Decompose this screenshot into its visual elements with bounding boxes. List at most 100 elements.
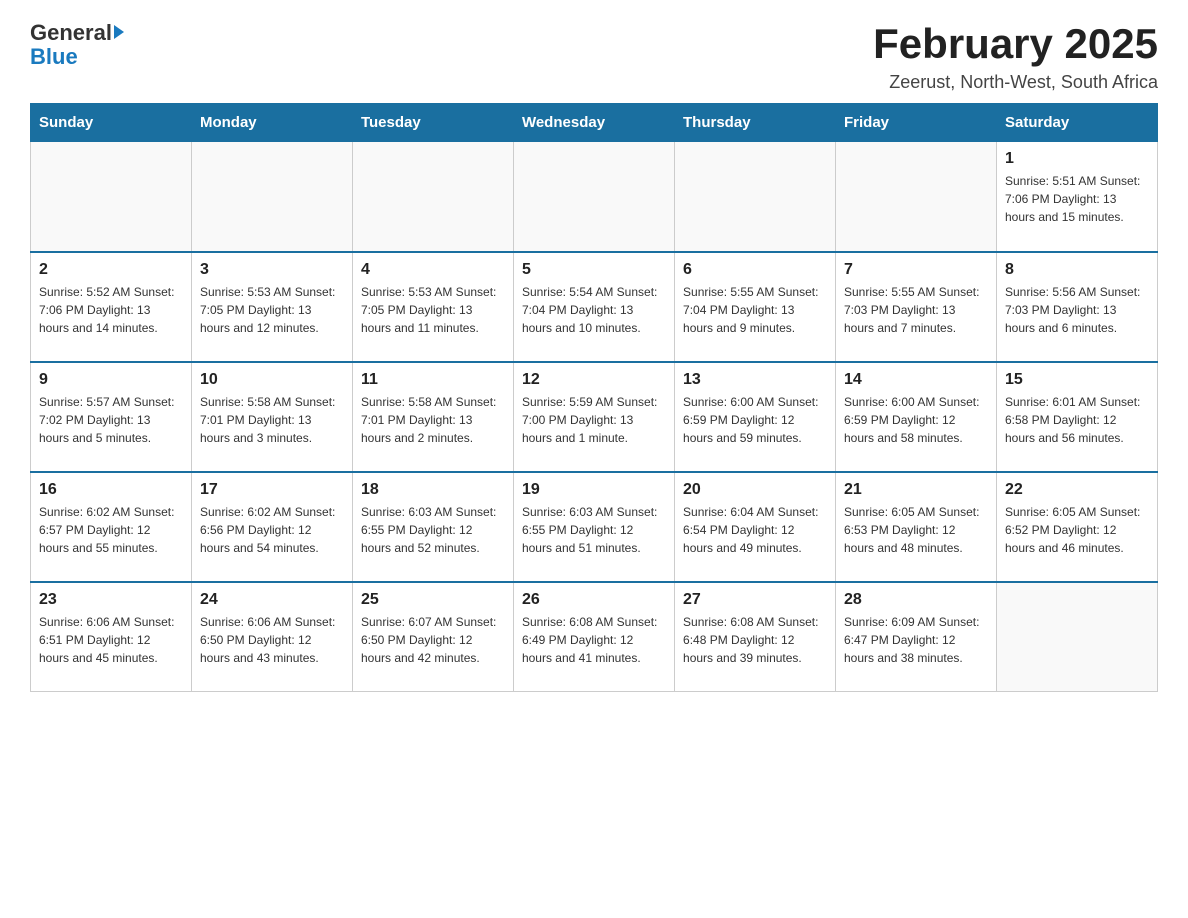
day-info: Sunrise: 6:07 AM Sunset: 6:50 PM Dayligh… <box>361 613 505 667</box>
logo-general: General <box>30 20 112 46</box>
day-number: 7 <box>844 261 988 279</box>
title-section: February 2025 Zeerust, North-West, South… <box>873 20 1158 93</box>
calendar-cell: 13 Sunrise: 6:00 AM Sunset: 6:59 PM Dayli… <box>675 362 836 472</box>
calendar-cell <box>996 582 1157 692</box>
calendar-cell <box>31 142 192 252</box>
calendar-cell: 16 Sunrise: 6:02 AM Sunset: 6:57 PM Dayli… <box>31 472 192 582</box>
col-friday: Friday <box>836 104 997 142</box>
day-info: Sunrise: 6:09 AM Sunset: 6:47 PM Dayligh… <box>844 613 988 667</box>
calendar-cell: 3 Sunrise: 5:53 AM Sunset: 7:05 PM Daylig… <box>191 252 352 362</box>
day-info: Sunrise: 5:55 AM Sunset: 7:04 PM Dayligh… <box>683 283 827 337</box>
calendar-cell: 23 Sunrise: 6:06 AM Sunset: 6:51 PM Dayli… <box>31 582 192 692</box>
day-info: Sunrise: 6:03 AM Sunset: 6:55 PM Dayligh… <box>361 503 505 557</box>
day-info: Sunrise: 5:56 AM Sunset: 7:03 PM Dayligh… <box>1005 283 1149 337</box>
day-number: 27 <box>683 591 827 609</box>
day-number: 14 <box>844 371 988 389</box>
day-number: 21 <box>844 481 988 499</box>
day-info: Sunrise: 6:05 AM Sunset: 6:53 PM Dayligh… <box>844 503 988 557</box>
day-info: Sunrise: 6:06 AM Sunset: 6:51 PM Dayligh… <box>39 613 183 667</box>
day-number: 9 <box>39 371 183 389</box>
day-number: 1 <box>1005 150 1149 168</box>
day-info: Sunrise: 6:08 AM Sunset: 6:48 PM Dayligh… <box>683 613 827 667</box>
day-info: Sunrise: 6:03 AM Sunset: 6:55 PM Dayligh… <box>522 503 666 557</box>
calendar-cell: 28 Sunrise: 6:09 AM Sunset: 6:47 PM Dayli… <box>836 582 997 692</box>
calendar-cell: 5Sunrise: 5:54 AM Sunset: 7:04 PM Daylig… <box>513 252 674 362</box>
day-info: Sunrise: 6:08 AM Sunset: 6:49 PM Dayligh… <box>522 613 666 667</box>
page-header: General Blue February 2025 Zeerust, Nort… <box>30 20 1158 93</box>
day-number: 18 <box>361 481 505 499</box>
calendar-cell: 6 Sunrise: 5:55 AM Sunset: 7:04 PM Daylig… <box>675 252 836 362</box>
day-info: Sunrise: 6:02 AM Sunset: 6:57 PM Dayligh… <box>39 503 183 557</box>
day-info: Sunrise: 6:00 AM Sunset: 6:59 PM Dayligh… <box>844 393 988 447</box>
day-number: 28 <box>844 591 988 609</box>
day-number: 11 <box>361 371 505 389</box>
calendar-cell: 27 Sunrise: 6:08 AM Sunset: 6:48 PM Dayli… <box>675 582 836 692</box>
col-monday: Monday <box>191 104 352 142</box>
col-sunday: Sunday <box>31 104 192 142</box>
calendar-cell <box>191 142 352 252</box>
day-info: Sunrise: 6:00 AM Sunset: 6:59 PM Dayligh… <box>683 393 827 447</box>
calendar-cell <box>675 142 836 252</box>
calendar-cell: 4 Sunrise: 5:53 AM Sunset: 7:05 PM Daylig… <box>352 252 513 362</box>
day-info: Sunrise: 5:52 AM Sunset: 7:06 PM Dayligh… <box>39 283 183 337</box>
day-number: 15 <box>1005 371 1149 389</box>
calendar-cell: 22Sunrise: 6:05 AM Sunset: 6:52 PM Dayli… <box>996 472 1157 582</box>
day-info: Sunrise: 6:01 AM Sunset: 6:58 PM Dayligh… <box>1005 393 1149 447</box>
calendar-cell: 25 Sunrise: 6:07 AM Sunset: 6:50 PM Dayli… <box>352 582 513 692</box>
calendar-cell: 10Sunrise: 5:58 AM Sunset: 7:01 PM Dayli… <box>191 362 352 472</box>
calendar-cell <box>513 142 674 252</box>
col-wednesday: Wednesday <box>513 104 674 142</box>
calendar-cell: 7 Sunrise: 5:55 AM Sunset: 7:03 PM Daylig… <box>836 252 997 362</box>
calendar-cell: 18 Sunrise: 6:03 AM Sunset: 6:55 PM Dayli… <box>352 472 513 582</box>
col-saturday: Saturday <box>996 104 1157 142</box>
calendar-cell: 11 Sunrise: 5:58 AM Sunset: 7:01 PM Dayli… <box>352 362 513 472</box>
calendar-cell: 20 Sunrise: 6:04 AM Sunset: 6:54 PM Dayli… <box>675 472 836 582</box>
calendar-cell: 26 Sunrise: 6:08 AM Sunset: 6:49 PM Dayli… <box>513 582 674 692</box>
calendar-cell: 24Sunrise: 6:06 AM Sunset: 6:50 PM Dayli… <box>191 582 352 692</box>
calendar-cell: 17 Sunrise: 6:02 AM Sunset: 6:56 PM Dayli… <box>191 472 352 582</box>
calendar-cell: 2 Sunrise: 5:52 AM Sunset: 7:06 PM Daylig… <box>31 252 192 362</box>
day-number: 6 <box>683 261 827 279</box>
day-number: 16 <box>39 481 183 499</box>
day-number: 17 <box>200 481 344 499</box>
calendar-cell: 12Sunrise: 5:59 AM Sunset: 7:00 PM Dayli… <box>513 362 674 472</box>
day-number: 12 <box>522 371 666 389</box>
day-number: 25 <box>361 591 505 609</box>
calendar-row-1: 2 Sunrise: 5:52 AM Sunset: 7:06 PM Daylig… <box>31 252 1158 362</box>
calendar-row-4: 23 Sunrise: 6:06 AM Sunset: 6:51 PM Dayli… <box>31 582 1158 692</box>
day-number: 3 <box>200 261 344 279</box>
day-number: 2 <box>39 261 183 279</box>
calendar-row-2: 9Sunrise: 5:57 AM Sunset: 7:02 PM Daylig… <box>31 362 1158 472</box>
day-number: 22 <box>1005 481 1149 499</box>
day-info: Sunrise: 5:55 AM Sunset: 7:03 PM Dayligh… <box>844 283 988 337</box>
calendar-table: Sunday Monday Tuesday Wednesday Thursday… <box>30 103 1158 692</box>
calendar-cell: 19 Sunrise: 6:03 AM Sunset: 6:55 PM Dayli… <box>513 472 674 582</box>
day-info: Sunrise: 5:51 AM Sunset: 7:06 PM Dayligh… <box>1005 172 1149 226</box>
day-info: Sunrise: 6:04 AM Sunset: 6:54 PM Dayligh… <box>683 503 827 557</box>
calendar-title: February 2025 <box>873 20 1158 68</box>
day-info: Sunrise: 5:54 AM Sunset: 7:04 PM Dayligh… <box>522 283 666 337</box>
day-info: Sunrise: 5:58 AM Sunset: 7:01 PM Dayligh… <box>361 393 505 447</box>
calendar-subtitle: Zeerust, North-West, South Africa <box>873 72 1158 93</box>
day-number: 10 <box>200 371 344 389</box>
day-number: 26 <box>522 591 666 609</box>
calendar-row-3: 16 Sunrise: 6:02 AM Sunset: 6:57 PM Dayli… <box>31 472 1158 582</box>
day-number: 13 <box>683 371 827 389</box>
day-info: Sunrise: 5:53 AM Sunset: 7:05 PM Dayligh… <box>361 283 505 337</box>
day-info: Sunrise: 5:53 AM Sunset: 7:05 PM Dayligh… <box>200 283 344 337</box>
calendar-cell: 15 Sunrise: 6:01 AM Sunset: 6:58 PM Dayli… <box>996 362 1157 472</box>
day-number: 19 <box>522 481 666 499</box>
day-number: 20 <box>683 481 827 499</box>
calendar-header-row: Sunday Monday Tuesday Wednesday Thursday… <box>31 104 1158 142</box>
day-number: 4 <box>361 261 505 279</box>
logo-arrow-icon <box>114 25 124 39</box>
calendar-cell <box>836 142 997 252</box>
col-thursday: Thursday <box>675 104 836 142</box>
day-info: Sunrise: 6:06 AM Sunset: 6:50 PM Dayligh… <box>200 613 344 667</box>
day-number: 8 <box>1005 261 1149 279</box>
calendar-cell: 9Sunrise: 5:57 AM Sunset: 7:02 PM Daylig… <box>31 362 192 472</box>
day-number: 23 <box>39 591 183 609</box>
calendar-row-0: 1 Sunrise: 5:51 AM Sunset: 7:06 PM Daylig… <box>31 142 1158 252</box>
day-info: Sunrise: 6:02 AM Sunset: 6:56 PM Dayligh… <box>200 503 344 557</box>
logo-blue: Blue <box>30 44 78 70</box>
